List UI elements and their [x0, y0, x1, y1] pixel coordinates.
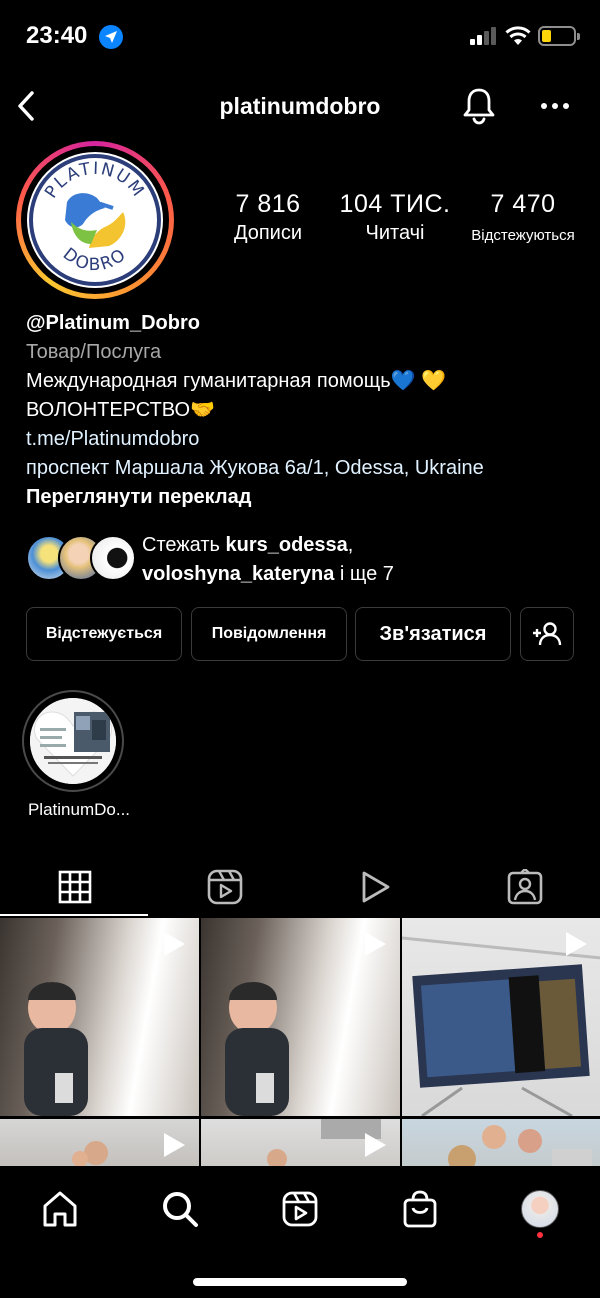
contact-button[interactable]: Зв'язатися	[355, 607, 511, 661]
following-count: 7 470	[490, 190, 556, 218]
tab-videos[interactable]	[300, 856, 450, 918]
profile-avatar[interactable]: PLATINUM DOBRO	[16, 141, 174, 299]
bottom-navigation	[0, 1166, 600, 1298]
video-play-icon	[362, 871, 390, 903]
bio-link[interactable]: t.me/Platinumdobro	[26, 425, 586, 454]
see-translation-link[interactable]: Переглянути переклад	[26, 483, 586, 512]
add-person-icon	[533, 622, 562, 646]
shop-bag-icon	[403, 1190, 437, 1228]
video-play-icon	[365, 932, 386, 956]
profile-avatar-icon	[521, 1190, 559, 1228]
highlight-label: PlatinumDo...	[27, 800, 131, 819]
cellular-signal-icon	[470, 27, 496, 45]
nav-home[interactable]	[20, 1186, 100, 1232]
profile-display-name: @Platinum_Dobro	[26, 312, 200, 334]
posts-count: 7 816	[235, 190, 301, 218]
tab-posts-grid[interactable]	[0, 856, 150, 918]
bio-line-1: Международная гуманитарная помощь💙 💛	[26, 370, 446, 392]
post-thumbnail[interactable]	[402, 1119, 600, 1168]
profile-actions: Відстежується Повідомлення Зв'язатися	[26, 607, 574, 661]
video-play-icon	[365, 1133, 386, 1157]
followers-count: 104 ТИС.	[339, 190, 451, 218]
notification-dot	[537, 1232, 543, 1238]
suggest-people-button[interactable]	[520, 607, 574, 661]
profile-username-title: platinumdobro	[219, 93, 381, 119]
profile-bio: @Platinum_Dobro Товар/Послуга Международ…	[26, 309, 586, 512]
post-thumbnail[interactable]	[201, 1119, 400, 1168]
reels-icon	[282, 1191, 318, 1227]
profile-content-tabs	[0, 856, 600, 918]
bio-address[interactable]: проспект Маршала Жукова 6а/1, Odessa, Uk…	[26, 454, 586, 483]
mutual-user-1: kurs_odessa	[225, 534, 348, 556]
post-thumbnail[interactable]	[201, 918, 400, 1116]
reels-icon	[207, 869, 243, 905]
profile-stats: 7 816 Дописи 104 ТИС. Читачі 7 470 Відст…	[218, 190, 598, 250]
post-thumbnail[interactable]	[0, 1119, 199, 1168]
story-highlight[interactable]: PlatinumDo...	[22, 690, 130, 819]
nav-shop[interactable]	[380, 1186, 460, 1232]
video-play-icon	[164, 1133, 185, 1157]
location-icon	[99, 25, 123, 49]
mutual-follower-avatars	[26, 535, 136, 583]
profile-category: Товар/Послуга	[26, 341, 162, 363]
video-play-icon	[566, 932, 587, 956]
video-play-icon	[164, 932, 185, 956]
highlight-ring	[22, 690, 124, 792]
wifi-icon	[505, 26, 531, 45]
status-time: 23:40	[26, 22, 88, 49]
search-icon	[163, 1192, 198, 1227]
tab-reels[interactable]	[150, 856, 300, 918]
active-tab-indicator	[0, 914, 148, 916]
more-options-icon[interactable]	[540, 92, 570, 120]
followed-by-text: Стежать kurs_odessa, voloshyna_katerynа …	[142, 534, 394, 585]
platinum-dobro-logo: PLATINUM DOBRO	[27, 152, 163, 288]
followers-label: Читачі	[365, 222, 425, 244]
status-bar: 23:40	[0, 0, 600, 72]
battery-icon	[538, 26, 580, 46]
mutual-user-2: voloshyna_katerynа	[142, 563, 335, 585]
following-label: Відстежуються	[471, 227, 575, 244]
following-stat[interactable]: 7 470 Відстежуються	[464, 190, 582, 244]
posts-stat[interactable]: 7 816 Дописи	[218, 190, 318, 245]
followed-by[interactable]: Стежать kurs_odessa, voloshyna_katerynа …	[26, 531, 586, 591]
highlight-cover	[30, 698, 116, 784]
nav-search[interactable]	[140, 1186, 220, 1232]
post-thumbnail[interactable]	[402, 918, 600, 1116]
grid-icon	[58, 870, 92, 904]
nav-profile[interactable]	[500, 1186, 580, 1232]
posts-label: Дописи	[233, 222, 303, 244]
followers-stat[interactable]: 104 ТИС. Читачі	[330, 190, 460, 245]
home-icon	[43, 1191, 77, 1227]
home-indicator[interactable]	[193, 1278, 407, 1286]
bio-line-2: ВОЛОНТЕРСТВО🤝	[26, 399, 215, 421]
profile-header: platinumdobro	[0, 80, 600, 132]
nav-reels[interactable]	[260, 1186, 340, 1232]
following-button[interactable]: Відстежується	[26, 607, 182, 661]
posts-grid	[0, 918, 600, 1168]
post-thumbnail[interactable]	[0, 918, 199, 1116]
notification-bell-icon[interactable]	[460, 86, 498, 126]
tagged-person-icon	[507, 869, 543, 905]
mutual-avatar-3	[90, 535, 136, 581]
message-button[interactable]: Повідомлення	[191, 607, 347, 661]
tab-tagged[interactable]	[450, 856, 600, 918]
